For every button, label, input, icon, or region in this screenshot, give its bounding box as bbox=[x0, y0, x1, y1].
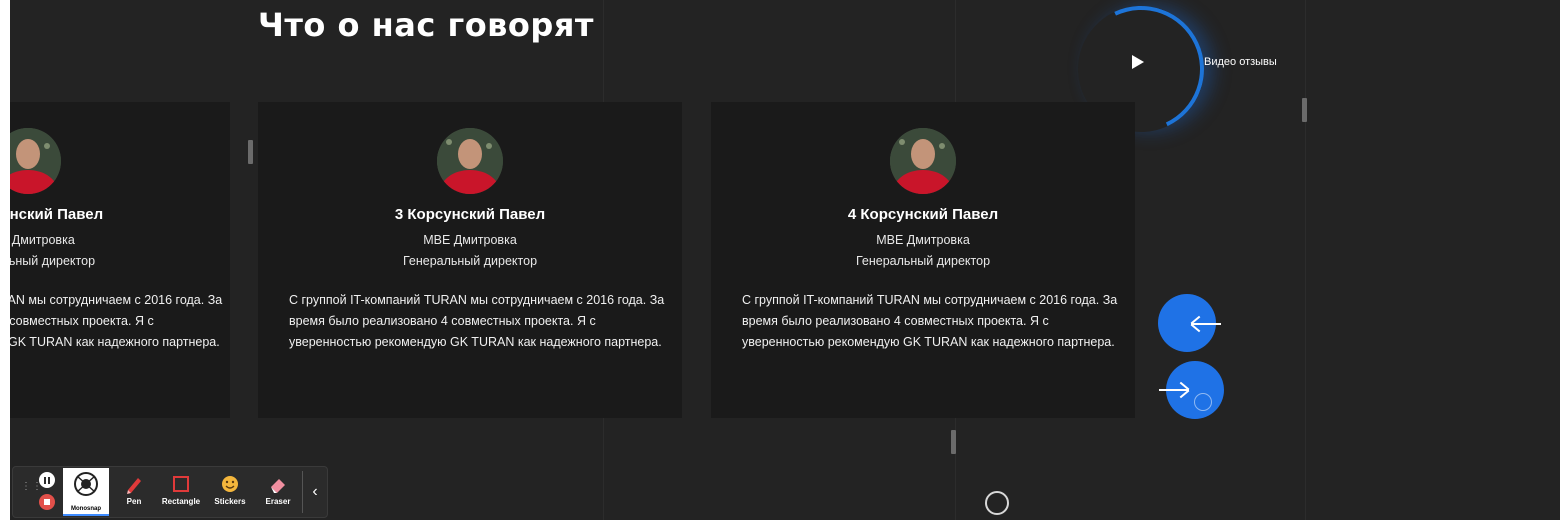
rectangle-icon bbox=[173, 476, 189, 492]
logo-icon bbox=[74, 472, 98, 496]
recording-toolbar: ⋮⋮ Monosnap Pen Rectangle Stickers Erase… bbox=[12, 466, 328, 518]
avatar bbox=[10, 128, 61, 194]
pen-tool-button[interactable]: Pen bbox=[114, 473, 154, 513]
author-name: 2 Корсунский Павел bbox=[10, 206, 104, 223]
pen-icon bbox=[127, 478, 141, 494]
testimonial-text: С группой IT-компаний TURAN мы сотруднич… bbox=[10, 293, 223, 349]
left-page-edge bbox=[0, 0, 10, 520]
eraser-icon bbox=[271, 479, 285, 493]
grid-line bbox=[1305, 0, 1306, 520]
eraser-tool-button[interactable]: Eraser bbox=[258, 473, 298, 513]
author-name: 3 Корсунский Павел bbox=[394, 206, 546, 223]
arrow-left-icon bbox=[1191, 323, 1221, 325]
tool-label: Rectangle bbox=[161, 497, 201, 506]
arrow-right-icon bbox=[1159, 389, 1189, 391]
video-reviews-link[interactable]: Видео отзывы bbox=[1204, 56, 1277, 68]
author-role: Генеральный директор bbox=[10, 254, 96, 268]
next-slide-button[interactable] bbox=[1159, 361, 1224, 419]
tool-label: Stickers bbox=[214, 497, 246, 506]
pause-recording-button[interactable] bbox=[39, 472, 55, 488]
slider-handle[interactable] bbox=[951, 430, 956, 454]
video-play-button[interactable] bbox=[1126, 50, 1150, 74]
cursor-ring bbox=[985, 491, 1009, 515]
slider-handle[interactable] bbox=[248, 140, 253, 164]
testimonial-card: 2 Корсунский Павел MBE Дмитровка Генерал… bbox=[10, 102, 230, 418]
stickers-tool-button[interactable]: Stickers bbox=[210, 473, 250, 513]
collapse-toolbar-button[interactable]: ‹ bbox=[306, 479, 324, 505]
testimonial-text: С группой IT-компаний TURAN мы сотруднич… bbox=[289, 293, 665, 349]
testimonial-card: 3 Корсунский Павел MBE Дмитровка Генерал… bbox=[258, 102, 682, 418]
testimonial-text: С группой IT-компаний TURAN мы сотруднич… bbox=[742, 293, 1118, 349]
drag-handle[interactable]: ⋮⋮ bbox=[21, 482, 42, 500]
play-icon bbox=[1132, 55, 1144, 69]
author-company: MBE Дмитровка bbox=[423, 233, 517, 247]
testimonial-card: 4 Корсунский Павел MBE Дмитровка Генерал… bbox=[711, 102, 1135, 418]
tool-label: Pen bbox=[126, 497, 142, 506]
app-logo-button[interactable]: Monosnap bbox=[63, 468, 109, 516]
avatar bbox=[437, 128, 503, 194]
author-company: MBE Дмитровка bbox=[10, 233, 75, 247]
cursor-indicator bbox=[1194, 393, 1212, 411]
sticker-icon bbox=[222, 476, 238, 492]
tool-label: Eraser bbox=[265, 497, 291, 506]
author-company: MBE Дмитровка bbox=[876, 233, 970, 247]
author-role: Генеральный директор bbox=[855, 254, 991, 268]
author-name: 4 Корсунский Павел bbox=[847, 206, 999, 223]
rectangle-tool-button[interactable]: Rectangle bbox=[161, 473, 201, 513]
previous-slide-button[interactable] bbox=[1158, 294, 1221, 352]
stop-recording-button[interactable] bbox=[39, 494, 55, 510]
slider-handle[interactable] bbox=[1302, 98, 1307, 122]
avatar bbox=[890, 128, 956, 194]
section-title: Что о нас говорят bbox=[258, 6, 594, 44]
toolbar-divider bbox=[302, 471, 303, 513]
author-role: Генеральный директор bbox=[402, 254, 538, 268]
logo-text: Monosnap bbox=[71, 506, 101, 512]
